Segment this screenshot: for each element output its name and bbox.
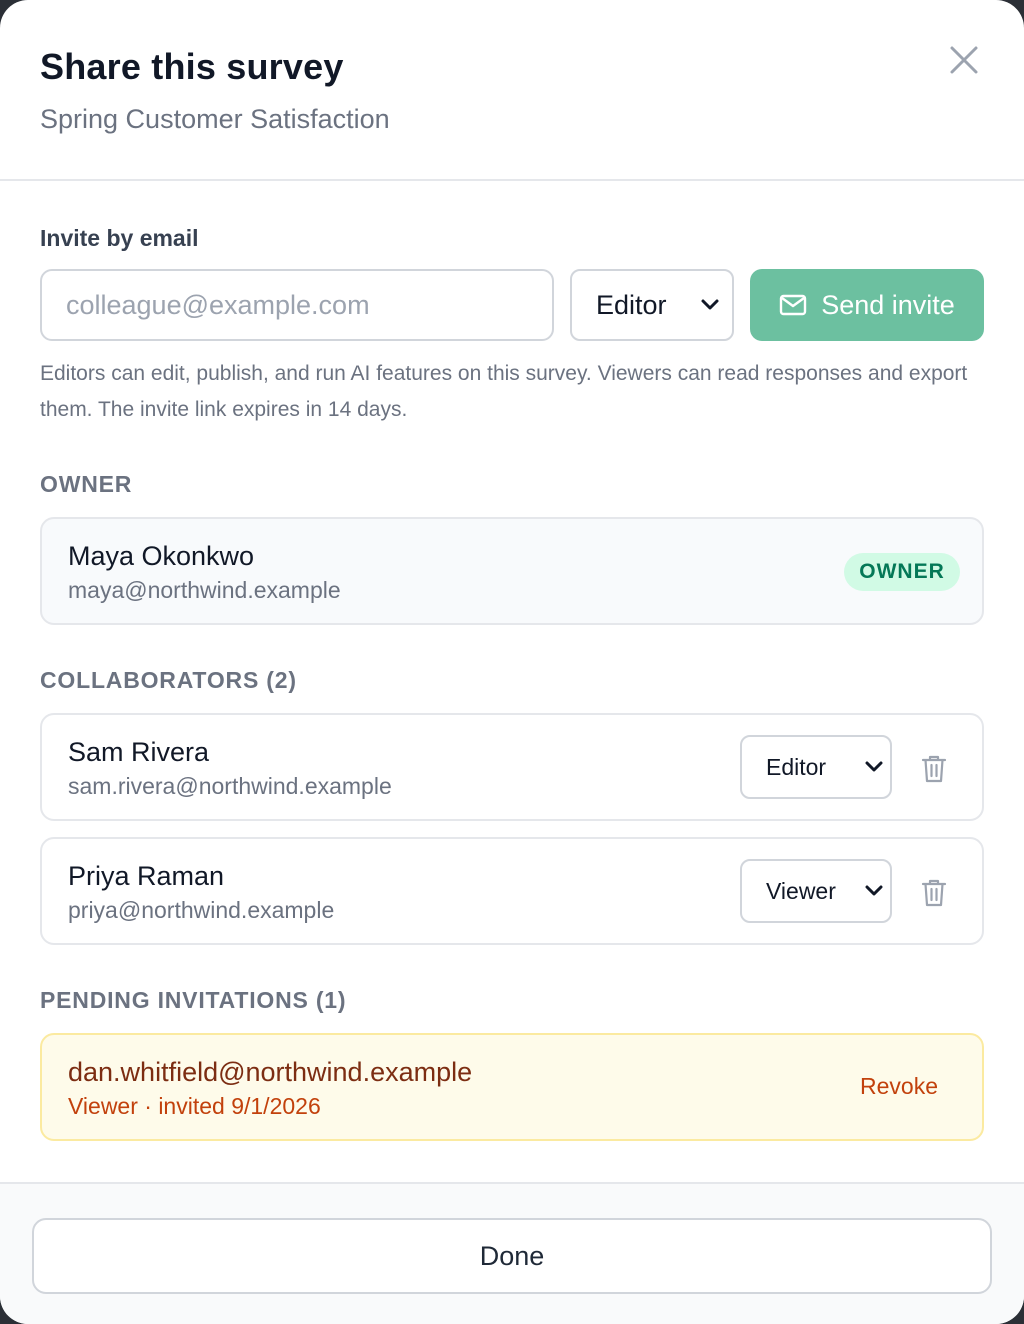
close-icon	[950, 46, 978, 74]
invite-role-select[interactable]: Editor	[570, 269, 734, 341]
owner-badge: OWNER	[844, 553, 960, 591]
revoke-invite-button[interactable]: Revoke	[860, 1073, 938, 1100]
owner-card: Maya Okonkwo maya@northwind.example OWNE…	[40, 517, 984, 625]
chevron-down-icon	[701, 299, 719, 310]
close-button[interactable]	[940, 36, 988, 84]
dialog-subtitle: Spring Customer Satisfaction	[40, 104, 390, 134]
collaborator-name: Priya Raman	[68, 861, 225, 891]
invite-label: Invite by email	[40, 225, 199, 251]
pending-invitation-row: dan.whitfield@northwind.example Viewer ·…	[40, 1033, 984, 1141]
collaborator-row: Sam Rivera sam.rivera@northwind.example …	[40, 713, 984, 821]
collaborators-section-heading: COLLABORATORS (2)	[40, 667, 297, 693]
send-invite-label: Send invite	[821, 289, 955, 320]
invite-email-input[interactable]	[40, 269, 554, 341]
pending-section-heading: PENDING INVITATIONS (1)	[40, 987, 347, 1013]
remove-collaborator-button[interactable]	[914, 749, 954, 789]
dialog-title: Share this survey	[40, 46, 344, 87]
collaborator-row: Priya Raman priya@northwind.example View…	[40, 837, 984, 945]
collaborator-role-select[interactable]: Viewer	[740, 859, 892, 923]
collaborator-role-value: Editor	[766, 753, 827, 780]
trash-icon	[921, 755, 947, 783]
dialog-footer: Done	[0, 1182, 1024, 1324]
share-survey-dialog: Share this survey Spring Customer Satisf…	[0, 0, 1024, 1324]
collaborator-email: sam.rivera@northwind.example	[68, 773, 392, 799]
remove-collaborator-button[interactable]	[914, 873, 954, 913]
owner-section-heading: OWNER	[40, 471, 133, 497]
collaborator-role-select[interactable]: Editor	[740, 735, 892, 799]
invite-help-text: Editors can edit, publish, and run AI fe…	[40, 362, 968, 421]
trash-icon	[921, 879, 947, 907]
pending-invite-email: dan.whitfield@northwind.example	[68, 1057, 473, 1087]
owner-name: Maya Okonkwo	[68, 541, 255, 571]
collaborator-name: Sam Rivera	[68, 737, 210, 767]
collaborator-role-value: Viewer	[766, 877, 836, 904]
chevron-down-icon	[865, 885, 883, 896]
chevron-down-icon	[865, 761, 883, 772]
send-invite-button[interactable]: Send invite	[750, 269, 984, 341]
dialog-body: Invite by email Editor Send invite Edito…	[0, 181, 1024, 1181]
done-button[interactable]: Done	[32, 1218, 992, 1294]
pending-invite-meta: Viewer · invited 9/1/2026	[68, 1093, 321, 1119]
mail-icon	[780, 294, 807, 316]
collaborator-email: priya@northwind.example	[68, 897, 335, 923]
invite-role-value: Editor	[596, 289, 667, 320]
owner-email: maya@northwind.example	[68, 577, 341, 603]
dialog-header: Share this survey Spring Customer Satisf…	[0, 0, 1024, 181]
